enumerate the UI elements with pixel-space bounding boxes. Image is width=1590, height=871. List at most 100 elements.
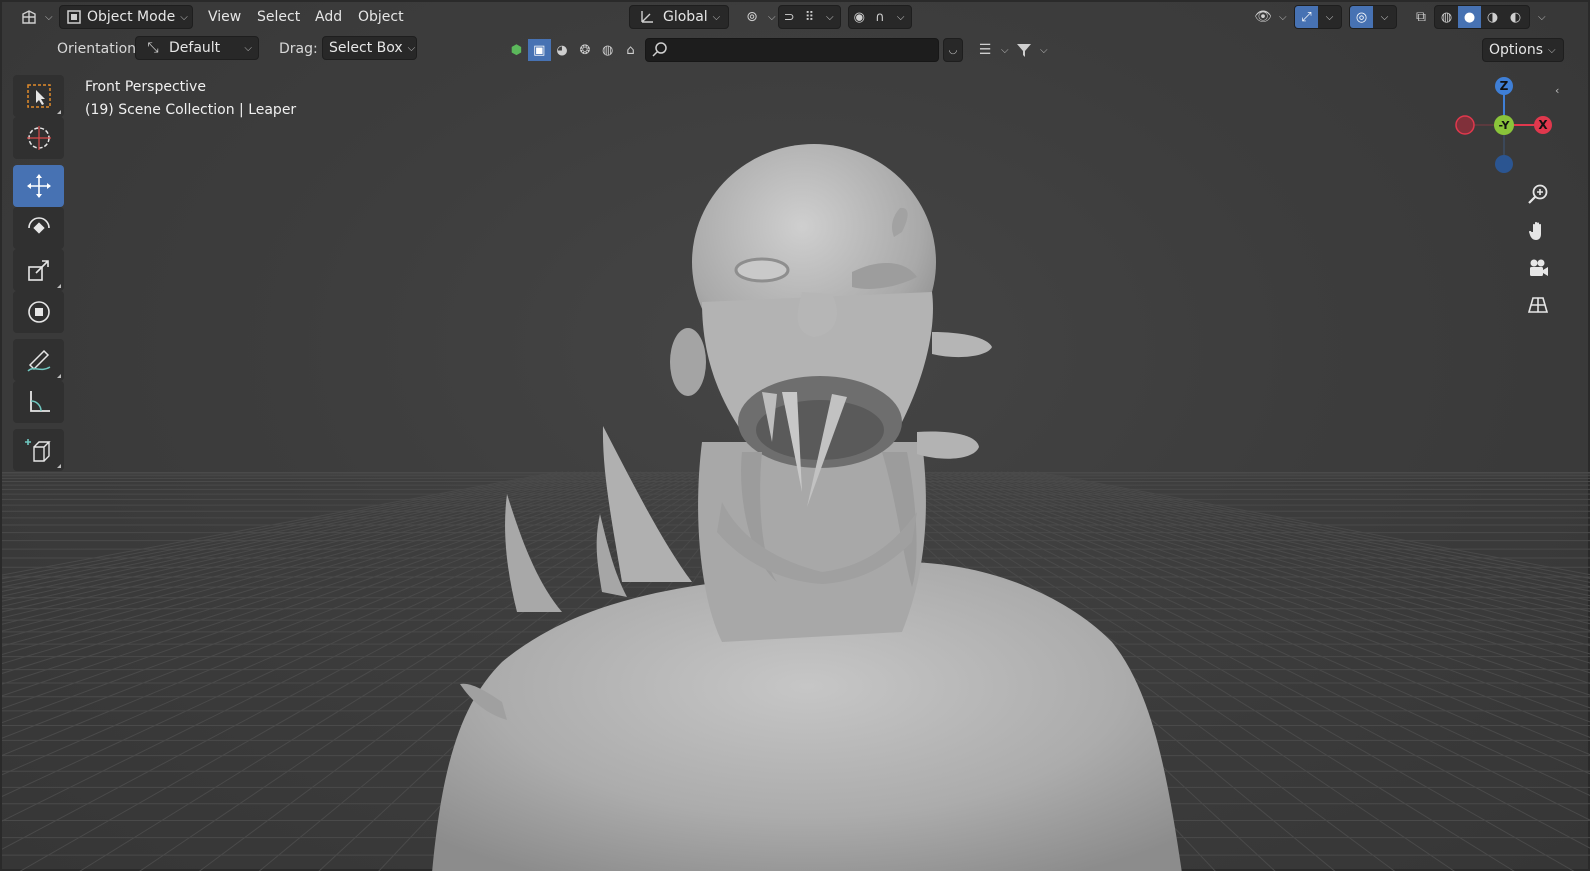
sidebar-toggle-icon[interactable]: ‹ (1555, 84, 1559, 97)
3d-viewport[interactable]: Front Perspective (19) Scene Collection … (0, 0, 1590, 871)
camera-view-button[interactable] (1521, 251, 1555, 285)
chevron-down-icon[interactable]: ⌵ (820, 6, 840, 28)
pan-button[interactable] (1521, 214, 1555, 248)
filter-toggle[interactable]: ◡ (943, 38, 963, 62)
zoom-icon (1528, 184, 1548, 204)
viewport-header: ⌵ Object Mode ⌵ View Select Add Object G… (2, 2, 1590, 33)
chevron-down-icon[interactable]: ⌵ (1318, 6, 1341, 28)
xray-toggle[interactable]: ⧉ (1404, 5, 1438, 29)
viewport-info: Front Perspective (19) Scene Collection … (85, 76, 296, 122)
chevron-down-icon: ⌵ (1040, 44, 1048, 56)
pivot-icon: ⊚ (746, 9, 758, 25)
annotate-tool[interactable] (13, 339, 64, 381)
chevron-down-icon[interactable]: ⌵ (1373, 6, 1396, 28)
measure-tool[interactable] (13, 381, 64, 423)
chevron-down-icon: ⌵ (180, 11, 188, 23)
chevron-down-icon: ⌵ (1279, 11, 1287, 23)
options-dropdown[interactable]: Options ⌵ (1482, 38, 1564, 62)
list-tree-icon: ☰ (978, 42, 992, 58)
sphere-select-icon[interactable]: ◕ (551, 39, 574, 61)
wireframe-shading-icon[interactable]: ◍ (1435, 6, 1458, 28)
axis-orientation-icon (636, 6, 658, 28)
light-select-icon[interactable]: ❂ (573, 39, 596, 61)
transform-orientation-dropdown[interactable]: Global ⌵ (629, 5, 729, 29)
filter-funnel-icon (1013, 39, 1035, 61)
mesh-select-icon[interactable]: ▣ (527, 39, 551, 61)
solid-shading-icon[interactable]: ● (1458, 6, 1481, 28)
selectability-group: ⬢ ▣ ◕ ❂ ◍ ⌂ (505, 38, 642, 62)
ortho-grid-icon (1527, 297, 1549, 313)
material-shading-icon[interactable]: ◑ (1481, 6, 1504, 28)
menu-select[interactable]: Select (251, 5, 306, 29)
transform-icon (27, 301, 50, 323)
leaper-model[interactable] (2, 2, 1590, 871)
scale-icon (27, 260, 49, 281)
proportional-edit-icon[interactable]: ◉ (849, 6, 870, 28)
measure-icon (29, 391, 50, 412)
orientation-value: Default (169, 40, 221, 56)
world-select-icon[interactable]: ◍ (596, 39, 619, 61)
neg-x-axis-handle[interactable] (1455, 115, 1475, 135)
shading-group: ◍ ● ◑ ◐ (1434, 5, 1530, 29)
gizmo-toggle-group: ⤢ ⌵ (1294, 5, 1342, 29)
navigation-gizmo[interactable]: Z X -Y (1452, 74, 1556, 178)
armature-select-icon[interactable]: ⌂ (619, 39, 642, 61)
drag-value: Select Box (329, 40, 403, 56)
overlay-icon[interactable]: ◎ (1350, 6, 1373, 28)
curve-icon: ◡ (948, 44, 958, 56)
chevron-down-icon: ⌵ (45, 11, 53, 23)
overlay-toggle-group: ◎ ⌵ (1349, 5, 1397, 29)
scale-tool[interactable] (13, 249, 64, 291)
filter-dropdown[interactable]: ⌵ (1007, 38, 1054, 62)
drag-dropdown[interactable]: Select Box ⌵ (322, 36, 417, 60)
snap-magnet-icon[interactable]: ⊃ (779, 6, 799, 28)
orientation-label: Orientation: (57, 41, 141, 57)
rendered-shading-icon[interactable]: ◐ (1504, 6, 1527, 28)
cursor-icon (26, 126, 51, 150)
select-box-icon (26, 84, 51, 108)
xray-icon: ⧉ (1416, 9, 1426, 25)
drag-label: Drag: (279, 41, 318, 57)
chevron-down-icon: ⌵ (1538, 11, 1546, 23)
chevron-down-icon: ⌵ (244, 42, 252, 54)
options-label: Options (1489, 42, 1544, 58)
cursor-tool[interactable] (13, 117, 64, 159)
chevron-down-icon: ⌵ (712, 11, 721, 23)
chevron-down-icon: ⌵ (1548, 44, 1556, 56)
orientation-dropdown[interactable]: ⤡ Default ⌵ (135, 36, 259, 60)
transform-tool[interactable] (13, 291, 64, 333)
annotate-icon (26, 349, 50, 372)
shading-options-dropdown[interactable]: ⌵ (1532, 5, 1552, 29)
search-field[interactable] (645, 38, 939, 62)
falloff-curve-icon[interactable]: ∩ (870, 6, 891, 28)
zoom-button[interactable] (1521, 177, 1555, 211)
view-name: Front Perspective (85, 79, 206, 95)
move-icon (26, 174, 51, 198)
pan-hand-icon (1529, 221, 1541, 240)
visibility-dropdown[interactable]: 👁 ⌵ (1246, 5, 1293, 29)
ortho-toggle-button[interactable] (1521, 288, 1555, 322)
menu-object[interactable]: Object (352, 5, 410, 29)
gizmo-icon[interactable]: ⤢ (1295, 6, 1318, 28)
add-cube-tool[interactable] (13, 429, 64, 471)
pivot-point-dropdown[interactable]: ⊚ ⌵ (735, 5, 782, 29)
mode-dropdown[interactable]: Object Mode ⌵ (59, 5, 193, 29)
orientation-axis-icon: ⤡ (147, 40, 159, 56)
visibility-icon: 👁 (1254, 9, 1272, 25)
editor-type-button[interactable]: ⌵ (12, 5, 59, 29)
snap-group: ⊃ ⠿ ⌵ (778, 5, 841, 29)
snap-increment-icon[interactable]: ⠿ (799, 6, 819, 28)
object-type-icon[interactable]: ⬢ (505, 39, 528, 61)
x-axis-label: X (1538, 118, 1548, 132)
menu-view[interactable]: View (202, 5, 247, 29)
neg-z-axis-handle[interactable] (1495, 155, 1513, 173)
move-tool[interactable] (13, 165, 64, 207)
collection-line: (19) Scene Collection | Leaper (85, 102, 297, 118)
z-axis-label: Z (1500, 79, 1509, 93)
select-box-tool[interactable] (13, 75, 64, 117)
chevron-down-icon: ⌵ (407, 42, 416, 54)
menu-add[interactable]: Add (309, 5, 348, 29)
rotate-tool[interactable] (13, 207, 64, 249)
add-cube-icon (24, 439, 51, 462)
chevron-down-icon[interactable]: ⌵ (890, 6, 911, 28)
